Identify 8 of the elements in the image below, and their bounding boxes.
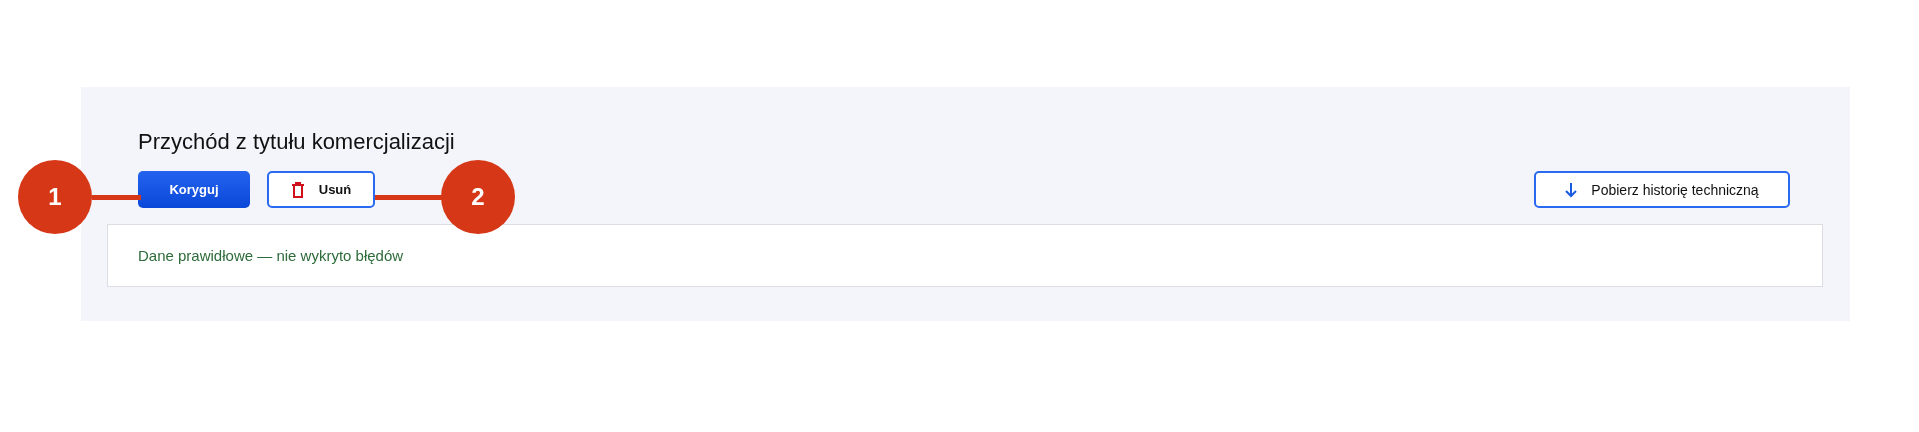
correct-button[interactable]: Koryguj	[138, 171, 250, 208]
download-icon	[1565, 181, 1578, 198]
status-message: Dane prawidłowe — nie wykryto błędów	[138, 247, 404, 264]
trash-icon	[290, 181, 305, 198]
section-title: Przychód z tytułu komercjalizacji	[138, 128, 456, 156]
delete-button[interactable]: Usuń	[267, 171, 375, 208]
callout-badge: 1	[18, 160, 92, 234]
download-button[interactable]: Pobierz historię techniczną	[1534, 171, 1790, 208]
